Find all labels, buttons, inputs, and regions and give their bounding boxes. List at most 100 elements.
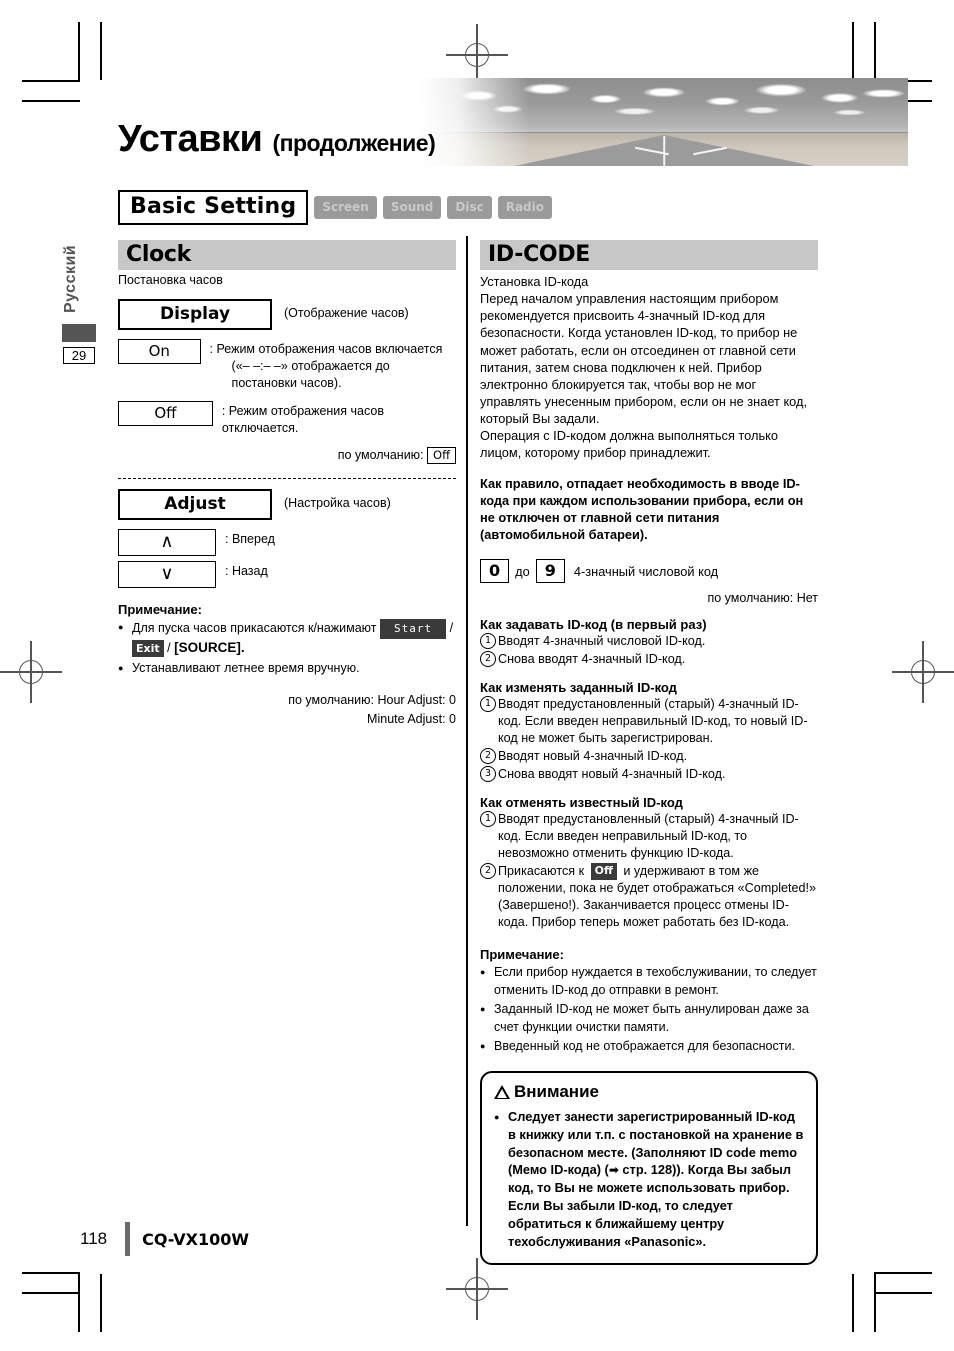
idcode-change-step-2: 2 Вводят новый 4-значный ID-код. [480, 748, 818, 765]
start-keycap[interactable]: Start [380, 619, 447, 639]
basic-setting-row: Basic Setting Screen Sound Disc Radio [118, 190, 553, 225]
basic-setting-label: Basic Setting [118, 190, 309, 225]
clock-section-heading: Clock [118, 240, 456, 270]
page-canvas: Уставки (продолжение) Basic Setting Scre… [0, 0, 954, 1351]
step-text: Вводят 4-значный числовой ID-код. [498, 634, 706, 649]
display-setting-row: Display (Отображение часов) [118, 299, 456, 330]
display-on-button[interactable]: On [118, 339, 201, 364]
adjust-option-button[interactable]: Adjust [118, 489, 272, 521]
caution-body: Следует занести зарегистрированный ID-ко… [494, 1108, 804, 1251]
idcode-set-title: Как задавать ID-код (в первый раз) [480, 617, 707, 633]
idcode-cancel-step-1: 1 Вводят предустановленный (старый) 4-зн… [480, 811, 818, 862]
idcode-range-between: до [515, 563, 530, 579]
tab-disc[interactable]: Disc [447, 196, 492, 219]
idcode-note-title: Примечание: [480, 947, 564, 963]
clock-note-item1-text: Для пуска часов прикасаются к/нажимают [132, 621, 377, 636]
crop-mark-bl-v [78, 1274, 80, 1332]
idcode-range-to: 9 [535, 559, 565, 584]
header-banner-photo [420, 78, 908, 166]
adjust-down-row: ∨ : Назад [118, 561, 456, 589]
idcode-set-step-1: 1 Вводят 4-значный числовой ID-код. [480, 633, 818, 650]
clock-default-hour: по умолчанию: Hour Adjust: 0 [288, 693, 456, 708]
registration-mark-top [446, 24, 508, 86]
warning-triangle-icon [494, 1084, 510, 1099]
crop-mark-tl-h2 [22, 100, 80, 102]
step-number: 2 [480, 748, 496, 765]
step-text: Вводят новый 4-значный ID-код. [498, 749, 688, 764]
idcode-bold-note: Как правило, отпадает необходимость в вв… [480, 475, 804, 542]
off-keycap[interactable]: Off [590, 863, 617, 881]
crop-mark-tl-h [22, 80, 80, 82]
adjust-setting-row: Adjust (Настройка часов) [118, 489, 456, 521]
crop-mark-bl-h [22, 1272, 80, 1274]
crop-mark-tr-v2 [852, 22, 854, 80]
adjust-down-button[interactable]: ∨ [118, 561, 216, 589]
clock-note-item-2: Устанавливают летнее время вручную. [118, 660, 456, 678]
footer-page-number: 118 [80, 1229, 108, 1248]
clock-note-sep-1: / [449, 621, 454, 636]
step-number: 1 [480, 696, 496, 713]
tab-radio[interactable]: Radio [497, 196, 553, 219]
caution-title-row: Внимание [494, 1082, 804, 1102]
idcode-section-heading: ID-CODE [480, 240, 818, 270]
idcode-cancel-title: Как отменять известный ID-код [480, 795, 683, 811]
clock-default-minute: Minute Adjust: 0 [367, 711, 456, 726]
step-number: 1 [480, 633, 496, 650]
crop-mark-bl-h2 [22, 1292, 80, 1294]
step-text: Вводят предустановленный (старый) 4-знач… [498, 697, 808, 746]
footer-divider-bar [125, 1222, 131, 1256]
clock-note-title: Примечание: [118, 602, 202, 618]
display-off-description: : Режим отображения часов отключается. [221, 403, 384, 435]
step-text: Вводят предустановленный (старый) 4-знач… [498, 812, 799, 861]
clock-section-subheading: Постановка часов [118, 273, 223, 287]
registration-mark-right [892, 641, 954, 703]
step-number: 3 [480, 766, 496, 783]
arrow-right-icon: ➡ [608, 1163, 619, 1178]
idcode-change-title: Как изменять заданный ID-код [480, 680, 677, 696]
idcode-intro-paragraph: Перед началом управления настоящим прибо… [480, 291, 808, 427]
adjust-down-description: : Назад [225, 564, 268, 579]
step-text-pre: Прикасаются к [498, 864, 585, 879]
idcode-range-from: 0 [480, 559, 510, 584]
idcode-change-step-1: 1 Вводят предустановленный (старый) 4-зн… [480, 696, 818, 747]
source-key-label: [SOURCE]. [174, 639, 245, 655]
idcode-range-row: 0 до 9 4-значный числовой код [480, 559, 818, 584]
display-default-line: по умолчанию: Off [118, 447, 456, 465]
idcode-range-description: 4-значный числовой код [573, 563, 719, 579]
page-title: Уставки (продолжение) [118, 118, 436, 161]
clock-defaults: по умолчанию: Hour Adjust: 0 Minute Adju… [118, 691, 456, 729]
crop-mark-br-v [874, 1274, 876, 1332]
thumb-index-bar [62, 324, 96, 342]
clock-note-item-1: Для пуска часов прикасаются к/нажимают S… [118, 619, 456, 658]
exit-keycap[interactable]: Exit [132, 639, 164, 658]
idcode-note-item-2: Заданный ID-код не может быть аннулирова… [480, 1001, 818, 1036]
display-caption: (Отображение часов) [284, 306, 409, 320]
page-title-main: Уставки [118, 118, 263, 160]
display-off-button[interactable]: Off [118, 400, 213, 426]
clock-note-sep-2: / [167, 640, 171, 655]
footer-model-name: CQ-VX100W [142, 1229, 249, 1249]
idcode-note-item-3: Введенный код не отображается для безопа… [480, 1038, 818, 1056]
idcode-intro2-paragraph: Операция с ID-кодом должна выполняться т… [480, 428, 778, 461]
idcode-note-item-1: Если прибор нуждается в техобслуживании,… [480, 964, 818, 999]
adjust-up-button[interactable]: ∧ [118, 529, 216, 557]
step-number: 2 [480, 651, 496, 668]
registration-mark-left [0, 641, 62, 703]
display-on-description: : Режим отображения часов включается («–… [210, 339, 456, 392]
caution-title: Внимание [514, 1081, 599, 1101]
crop-mark-br-h2 [874, 1292, 932, 1294]
tab-sound[interactable]: Sound [382, 196, 442, 219]
step-text: Снова вводят 4-значный ID-код. [498, 652, 686, 667]
display-default-value: Off [427, 447, 456, 465]
crop-mark-br-h [874, 1272, 932, 1274]
display-option-button[interactable]: Display [118, 299, 272, 330]
display-on-row: On : Режим отображения часов включается … [118, 339, 456, 392]
step-number: 1 [480, 811, 496, 828]
display-off-row: Off : Режим отображения часов отключаетс… [118, 400, 456, 437]
registration-mark-bottom [446, 1258, 508, 1320]
idcode-set-step-2: 2 Снова вводят 4-значный ID-код. [480, 651, 818, 668]
tab-screen[interactable]: Screen [314, 196, 377, 219]
adjust-up-row: ∧ : Вперед [118, 529, 456, 557]
display-on-desc-line1: : Режим отображения часов включается [209, 342, 443, 356]
column-divider [466, 236, 468, 1226]
